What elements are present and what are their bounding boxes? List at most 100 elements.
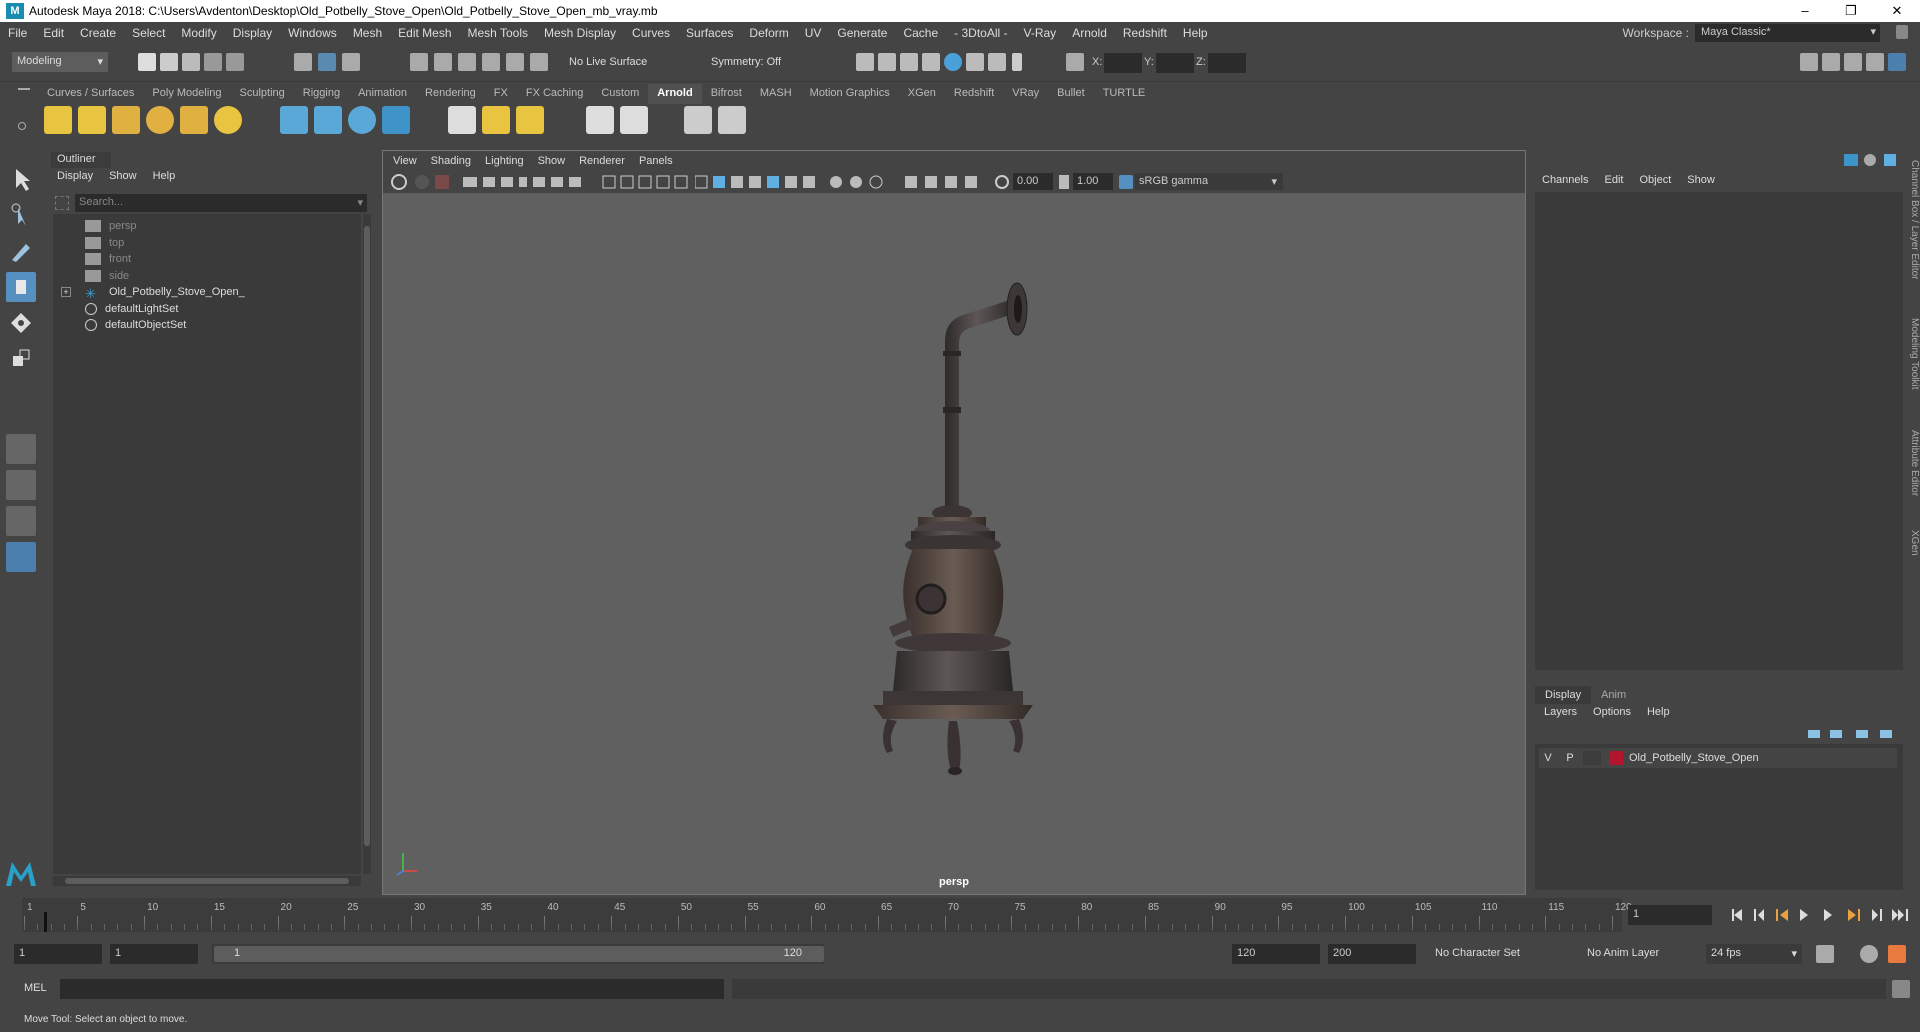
menu-windows[interactable]: Windows <box>280 26 345 40</box>
vray-render-icon[interactable] <box>988 53 1006 71</box>
menu-3dtoall[interactable]: - 3DtoAll - <box>946 26 1015 40</box>
range-handle[interactable] <box>214 946 824 962</box>
layer-menu-layers[interactable]: Layers <box>1544 706 1577 718</box>
render-frame-icon[interactable] <box>878 53 896 71</box>
script-editor-icon[interactable] <box>1892 980 1910 998</box>
tool-settings-icon[interactable] <box>1866 53 1884 71</box>
outliner-layout-icon[interactable] <box>6 542 36 572</box>
rotate-tool-icon[interactable] <box>6 308 36 338</box>
time-ruler[interactable]: 1 5 10 15 20 25 30 35 40 45 50 55 60 65 70 75 80 85 90 95 10… <box>22 898 1632 932</box>
snap-curve-icon[interactable] <box>434 53 452 71</box>
expand-icon[interactable]: + <box>61 287 71 297</box>
pause-icon[interactable] <box>1012 53 1022 71</box>
exposure-field[interactable]: 0.00 <box>1013 173 1053 190</box>
snap-view-plane-icon[interactable] <box>506 53 524 71</box>
character-set-dropdown[interactable]: No Character Set <box>1430 944 1554 964</box>
play-render-icon[interactable] <box>718 106 746 134</box>
range-slider[interactable]: 1 120 <box>212 944 824 964</box>
auto-key-icon[interactable] <box>1860 945 1878 963</box>
live-surface-field[interactable]: No Live Surface <box>564 53 664 73</box>
playback-end-field[interactable]: 120 <box>1232 944 1320 964</box>
paint-select-tool-icon[interactable] <box>6 236 36 266</box>
bookmarks-icon[interactable] <box>435 175 449 189</box>
menu-select[interactable]: Select <box>124 26 173 40</box>
shelf-tab-rendering[interactable]: Rendering <box>416 84 485 104</box>
playback-start-field[interactable]: 1 <box>110 944 198 964</box>
select-component-icon[interactable] <box>342 53 360 71</box>
outliner-vertical-scrollbar[interactable] <box>363 214 371 874</box>
select-tool-icon[interactable] <box>6 164 36 194</box>
snap-projected-icon[interactable] <box>482 53 500 71</box>
transform-mode-icon[interactable] <box>1066 53 1084 71</box>
menu-curves[interactable]: Curves <box>624 26 678 40</box>
menu-arnold[interactable]: Arnold <box>1064 26 1115 40</box>
mel-label[interactable]: MEL <box>24 982 47 994</box>
render-view-icon[interactable] <box>856 53 874 71</box>
outliner-item[interactable]: defaultObjectSet <box>53 315 353 335</box>
side-tab-channel-box[interactable]: Channel Box / Layer Editor <box>1906 160 1920 280</box>
lasso-tool-icon[interactable] <box>6 200 36 230</box>
attribute-editor-icon[interactable] <box>1844 53 1862 71</box>
snap-point-icon[interactable] <box>458 53 476 71</box>
gamma-field[interactable]: 1.00 <box>1073 173 1113 190</box>
human-ik-icon[interactable] <box>1822 53 1840 71</box>
side-tab-xgen[interactable]: XGen <box>1906 530 1920 556</box>
anim-layer-dropdown[interactable]: No Anim Layer <box>1582 944 1688 964</box>
snap-grid-icon[interactable] <box>410 53 428 71</box>
viewport-menu-panels[interactable]: Panels <box>639 155 673 167</box>
volume-icon[interactable] <box>382 106 410 134</box>
outliner-menu-show[interactable]: Show <box>109 170 137 182</box>
symmetry-dropdown[interactable]: Symmetry: Off <box>706 53 816 73</box>
menu-deform[interactable]: Deform <box>741 26 796 40</box>
shelf-tab-curves-surfaces[interactable]: Curves / Surfaces <box>38 84 143 104</box>
single-perspective-layout-icon[interactable] <box>6 434 36 464</box>
shelf-tab-sculpting[interactable]: Sculpting <box>231 84 294 104</box>
modeling-toolkit-icon[interactable] <box>1800 53 1818 71</box>
layer-tools-icons[interactable] <box>1806 728 1896 740</box>
layer-menu-help[interactable]: Help <box>1647 706 1670 718</box>
menu-file[interactable]: File <box>0 26 35 40</box>
shelf-settings-icon[interactable] <box>18 122 26 130</box>
menu-v-ray[interactable]: V-Ray <box>1016 26 1065 40</box>
ipr-render-icon[interactable] <box>900 53 918 71</box>
display-layer-row[interactable]: V P Old_Potbelly_Stove_Open <box>1539 748 1897 768</box>
save-scene-icon[interactable] <box>182 53 200 71</box>
scroll-thumb[interactable] <box>364 226 370 846</box>
fps-dropdown[interactable]: 24 fps ▾ <box>1706 944 1802 964</box>
menu-cache[interactable]: Cache <box>895 26 946 40</box>
current-frame-field[interactable]: 1 <box>1628 905 1712 925</box>
gamma-icon[interactable] <box>1059 175 1069 189</box>
new-scene-icon[interactable] <box>138 53 156 71</box>
channel-box-icon[interactable] <box>1888 53 1906 71</box>
menuset-dropdown[interactable]: Modeling ▾ <box>12 52 108 72</box>
outliner-search-input[interactable]: Search... ▾ <box>75 194 367 212</box>
outliner-menu-display[interactable]: Display <box>57 170 93 182</box>
menu-help[interactable]: Help <box>1175 26 1216 40</box>
select-hierarchy-icon[interactable] <box>294 53 312 71</box>
export-standin-icon[interactable] <box>314 106 342 134</box>
menu-edit[interactable]: Edit <box>35 26 72 40</box>
persp-outliner-layout-icon[interactable] <box>6 506 36 536</box>
current-frame-marker[interactable] <box>44 912 47 932</box>
y-field[interactable] <box>1156 53 1194 73</box>
camera-attrs-icon[interactable] <box>415 175 429 189</box>
outliner-tab[interactable]: Outliner <box>51 152 111 168</box>
lock-icon[interactable] <box>1896 25 1908 39</box>
layer-color-swatch[interactable] <box>1609 751 1623 765</box>
shelf-tab-vray[interactable]: VRay <box>1003 84 1048 104</box>
flush-light-cache-icon[interactable] <box>482 106 510 134</box>
photometric-light-icon[interactable] <box>112 106 140 134</box>
layer-playback-toggle[interactable]: P <box>1561 752 1579 764</box>
layer-tab-anim[interactable]: Anim <box>1591 686 1636 704</box>
side-tab-attribute-editor[interactable]: Attribute Editor <box>1906 430 1920 496</box>
shelf-tab-arnold[interactable]: Arnold <box>648 84 702 104</box>
viewport-panel[interactable]: View Shading Lighting Show Renderer Panels 0.… <box>382 150 1526 895</box>
standin-icon[interactable] <box>280 106 308 134</box>
maximize-button[interactable]: ❐ <box>1828 0 1874 22</box>
menu-surfaces[interactable]: Surfaces <box>678 26 741 40</box>
channel-menu-channels[interactable]: Channels <box>1542 174 1588 186</box>
mesh-light-icon[interactable] <box>78 106 106 134</box>
viewport-menu-renderer[interactable]: Renderer <box>579 155 625 167</box>
viewport-menu-show[interactable]: Show <box>538 155 566 167</box>
layer-menu-options[interactable]: Options <box>1593 706 1631 718</box>
